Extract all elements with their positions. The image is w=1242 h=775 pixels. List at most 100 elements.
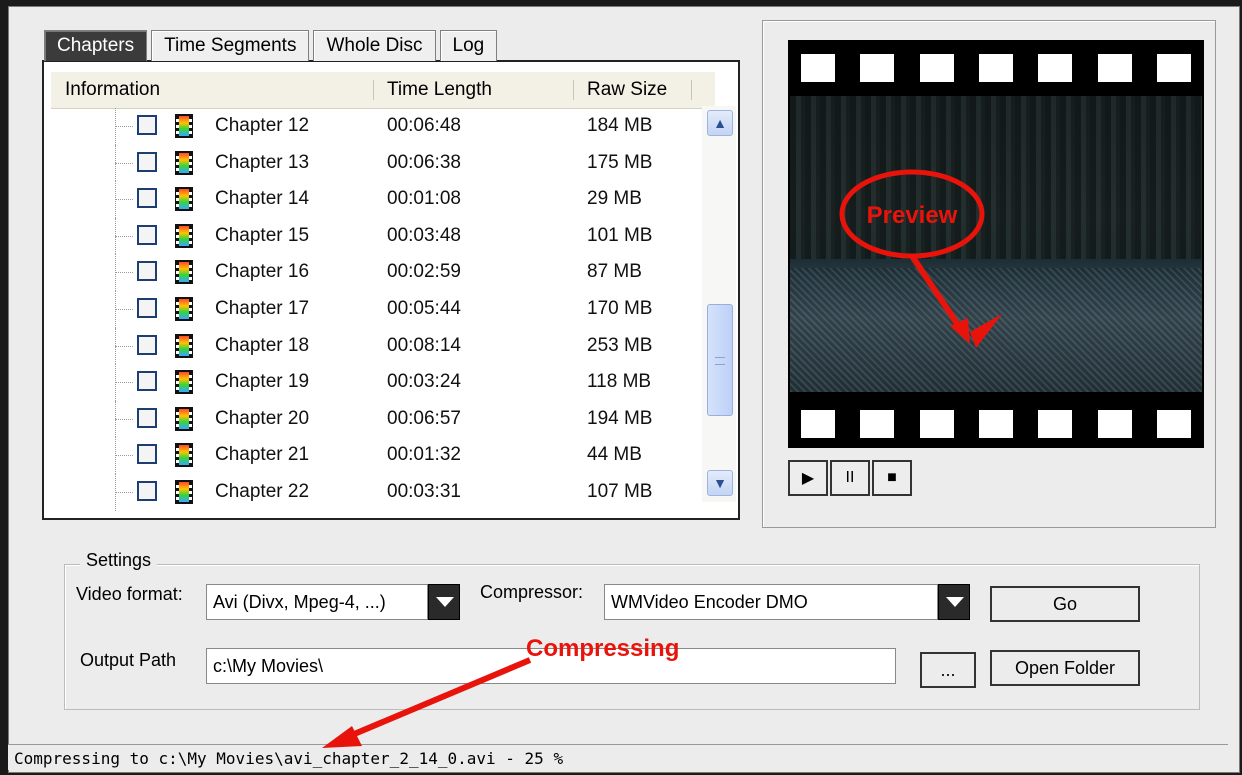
header-time-length[interactable]: Time Length — [387, 79, 492, 101]
film-icon — [175, 223, 193, 248]
chapter-name: Chapter 18 — [215, 334, 310, 356]
tree-branch — [115, 418, 133, 420]
film-icon — [175, 370, 193, 395]
chapter-checkbox[interactable] — [137, 261, 157, 282]
tab-whole-disc[interactable]: Whole Disc — [313, 30, 436, 61]
film-icon — [175, 260, 193, 285]
header-divider[interactable] — [373, 80, 374, 100]
tree-branch — [115, 345, 133, 347]
video-format-select[interactable]: Avi (Divx, Mpeg-4, ...) — [206, 584, 428, 620]
chapter-name: Chapter 15 — [215, 224, 310, 246]
chapter-name: Chapter 12 — [215, 115, 310, 136]
table-row[interactable]: Chapter 13 00:06:38 175 MB — [51, 144, 705, 182]
preview-callout: Preview — [839, 169, 1002, 348]
chapter-time: 00:01:08 — [387, 188, 461, 210]
chapter-rows: Chapter 12 00:06:48 184 MB Chapter 13 00:06:… — [51, 108, 705, 511]
table-row[interactable]: Chapter 22 00:03:31 107 MB — [51, 473, 705, 511]
settings-legend: Settings — [80, 550, 158, 571]
table-row[interactable]: Chapter 18 00:08:14 253 MB — [51, 327, 705, 365]
chapter-list-panel: Information Time Length Raw Size Chapter… — [42, 60, 740, 520]
table-row[interactable]: Chapter 17 00:05:44 170 MB — [51, 290, 705, 328]
film-holes-bottom — [788, 410, 1204, 438]
table-row[interactable]: Chapter 21 00:01:32 44 MB — [51, 437, 705, 474]
stop-icon: ■ — [887, 469, 897, 486]
tree-branch — [115, 162, 133, 164]
film-icon — [175, 406, 193, 431]
tab-time-segments[interactable]: Time Segments — [151, 30, 310, 61]
chapter-name: Chapter 20 — [215, 407, 310, 429]
pause-button[interactable]: II — [830, 460, 870, 496]
scroll-down-icon[interactable]: ▼ — [707, 470, 733, 496]
chapter-time: 00:03:48 — [387, 224, 461, 246]
chapter-size: 101 MB — [587, 224, 653, 246]
chapter-size: 194 MB — [587, 407, 653, 429]
list-header: Information Time Length Raw Size — [51, 72, 715, 109]
header-divider[interactable] — [573, 80, 574, 100]
compressor-dropdown-icon[interactable] — [938, 584, 970, 620]
chapter-checkbox[interactable] — [137, 297, 157, 318]
chapter-checkbox[interactable] — [137, 115, 157, 135]
grip-icon — [715, 357, 725, 365]
chapter-time: 00:01:32 — [387, 444, 461, 466]
table-row[interactable]: Chapter 19 00:03:24 118 MB — [51, 364, 705, 401]
chapter-name: Chapter 21 — [215, 444, 310, 466]
table-row[interactable]: Chapter 12 00:06:48 184 MB — [51, 108, 705, 145]
compressor-label: Compressor: — [480, 582, 584, 602]
chapter-checkbox[interactable] — [137, 224, 157, 245]
table-row[interactable]: Chapter 20 00:06:57 194 MB — [51, 400, 705, 438]
chapter-size: 175 MB — [587, 151, 653, 173]
preview-filmstrip: Preview — [788, 40, 1204, 448]
chapter-checkbox[interactable] — [137, 188, 157, 209]
tab-chapters[interactable]: Chapters — [44, 30, 148, 61]
tree-branch — [115, 382, 133, 384]
tab-log[interactable]: Log — [439, 30, 498, 61]
video-format-dropdown-icon[interactable] — [428, 584, 460, 620]
tree-branch — [115, 455, 133, 457]
open-folder-button[interactable]: Open Folder — [990, 650, 1140, 686]
film-holes-top — [788, 54, 1204, 82]
scroll-up-icon[interactable]: ▲ — [707, 110, 733, 136]
chapter-size: 29 MB — [587, 188, 642, 210]
chapter-checkbox[interactable] — [137, 480, 157, 501]
tree-branch — [115, 126, 133, 127]
header-divider[interactable] — [691, 80, 692, 100]
chapter-size: 107 MB — [587, 480, 653, 502]
film-icon — [175, 114, 193, 138]
chapter-checkbox[interactable] — [137, 444, 157, 465]
chapter-size: 87 MB — [587, 261, 642, 283]
chapter-size: 170 MB — [587, 297, 653, 319]
chapter-time: 00:06:48 — [387, 115, 461, 136]
vertical-scrollbar[interactable]: ▲ ▼ — [702, 106, 736, 502]
play-icon: ▶ — [801, 470, 815, 487]
status-bar: Compressing to c:\My Movies\avi_chapter_… — [8, 744, 1228, 770]
chapter-checkbox[interactable] — [137, 151, 157, 172]
compressor-select[interactable]: WMVideo Encoder DMO — [604, 584, 938, 620]
header-information[interactable]: Information — [65, 79, 160, 101]
output-path-label: Output Path — [80, 650, 177, 670]
play-button[interactable]: ▶ — [788, 460, 828, 496]
chapter-checkbox[interactable] — [137, 371, 157, 392]
scroll-thumb[interactable] — [707, 304, 733, 416]
chapter-name: Chapter 22 — [215, 480, 310, 502]
tree-branch — [115, 491, 133, 493]
chapter-name: Chapter 16 — [215, 261, 310, 283]
chapter-checkbox[interactable] — [137, 407, 157, 428]
browse-button[interactable]: ... — [920, 652, 976, 688]
go-button[interactable]: Go — [990, 586, 1140, 622]
tree-branch — [115, 199, 133, 201]
stop-button[interactable]: ■ — [872, 460, 912, 496]
pause-icon: II — [845, 469, 855, 486]
table-row[interactable]: Chapter 16 00:02:59 87 MB — [51, 254, 705, 291]
film-icon — [175, 296, 193, 321]
header-raw-size[interactable]: Raw Size — [587, 79, 667, 101]
table-row[interactable]: Chapter 14 00:01:08 29 MB — [51, 181, 705, 218]
chapter-time: 00:03:31 — [387, 480, 461, 502]
film-icon — [175, 187, 193, 212]
output-path-input[interactable]: c:\My Movies\ — [206, 648, 896, 684]
film-icon — [175, 333, 193, 358]
chapter-time: 00:02:59 — [387, 261, 461, 283]
film-icon — [175, 479, 193, 504]
chapter-name: Chapter 19 — [215, 371, 310, 393]
table-row[interactable]: Chapter 15 00:03:48 101 MB — [51, 217, 705, 255]
chapter-checkbox[interactable] — [137, 334, 157, 355]
